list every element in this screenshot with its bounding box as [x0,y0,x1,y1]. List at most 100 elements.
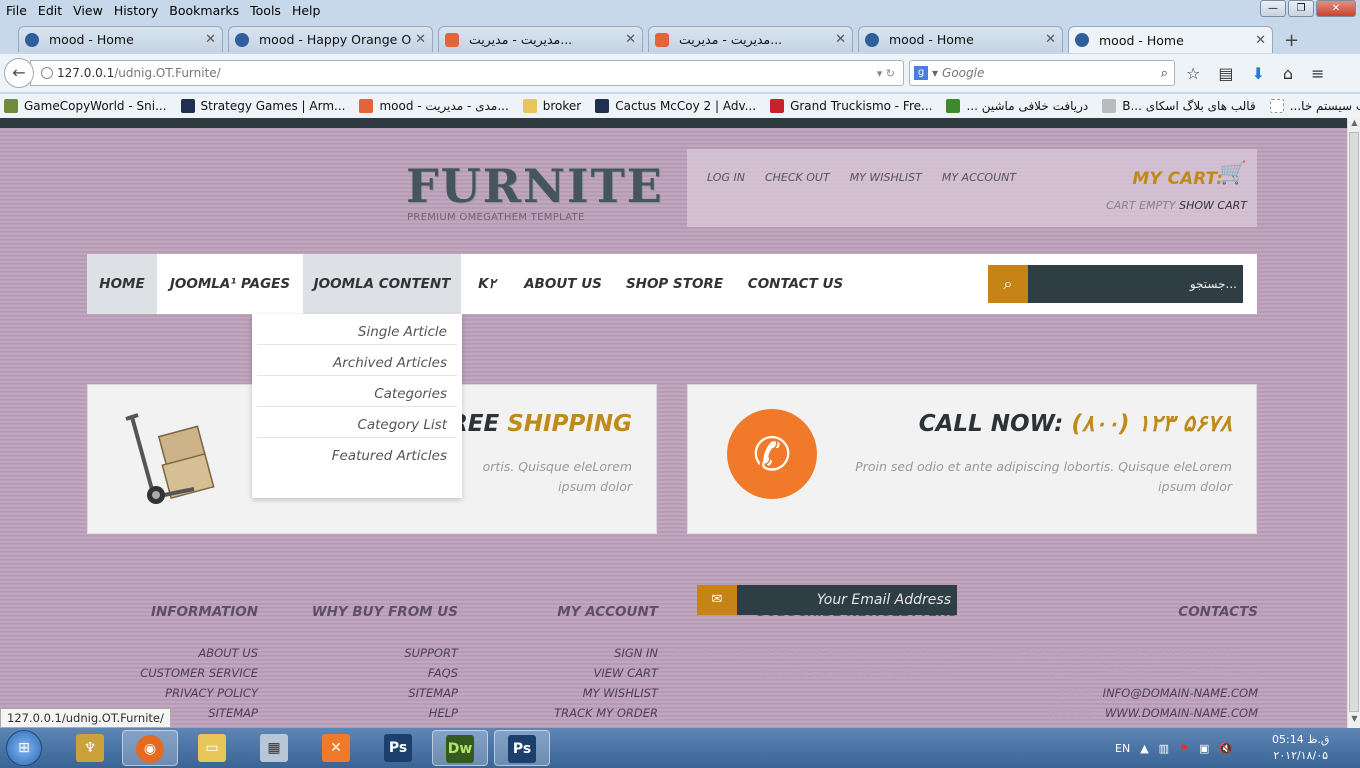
bookmark-item[interactable]: GameCopyWorld - Sni... [4,99,167,113]
newsletter-email-field[interactable]: ✉ Your Email Address [697,585,957,615]
chevron-down-icon[interactable]: ▾ [932,66,938,80]
site-search[interactable]: ⌕ جستجو... [988,265,1243,303]
envelope-icon[interactable]: ✉ [697,585,737,615]
nav-joomla-content[interactable]: JOOMLA CONTENT [303,254,461,314]
tab-6-active[interactable]: mood - Home ✕ [1068,26,1273,53]
nav-home[interactable]: HOME [87,254,157,314]
nav-shop-store[interactable]: SHOP STORE [622,254,727,314]
monitor-icon[interactable]: ▣ [1199,742,1209,755]
new-tab-button[interactable]: + [1284,30,1299,51]
dropdown-single-article[interactable]: Single Article [257,314,457,345]
footer-link[interactable]: PRIVACY POLICY [165,686,258,700]
footer-link[interactable]: SUPPORT [404,646,458,660]
show-cart-link[interactable]: SHOW CART [1179,199,1247,212]
footer-link[interactable]: MY WISHLIST [583,686,658,700]
taskbar-app-firefox[interactable]: ◉ [122,730,178,766]
contact-website-value[interactable]: WWW.DOMAIN-NAME.COM [1105,706,1258,720]
dropdown-categories[interactable]: Categories [257,376,457,407]
taskbar-app-calculator[interactable]: ▦ [246,730,302,766]
close-tab-icon[interactable]: ✕ [1255,33,1266,48]
tab-4[interactable]: مدیریت - مدیریت... ✕ [648,26,853,52]
footer-link[interactable]: SITEMAP [208,706,258,720]
cart-icon[interactable]: 🛒 [1220,161,1247,186]
home-icon[interactable]: ⌂ [1283,64,1293,83]
taskbar-app-photoshop[interactable]: Ps [370,730,426,766]
menu-edit[interactable]: Edit [38,3,62,18]
start-button[interactable]: ⊞ [6,730,42,766]
dropdown-archived-articles[interactable]: Archived Articles [257,345,457,376]
cart-title[interactable]: MY CART: [1132,169,1223,189]
tab-5[interactable]: mood - Home ✕ [858,26,1063,52]
checkout-link[interactable]: CHECK OUT [765,171,830,184]
page-scrollbar[interactable]: ▲ ▼ [1347,118,1360,728]
login-link[interactable]: LOG IN [707,171,745,184]
close-tab-icon[interactable]: ✕ [625,32,636,47]
bookmark-item[interactable]: Grand Truckismo - Fre... [770,99,932,113]
my-account-link[interactable]: MY ACCOUNT [942,171,1016,184]
footer-link[interactable]: SIGN IN [614,646,658,660]
taskbar-app-photoshop-2[interactable]: Ps [494,730,550,766]
close-tab-icon[interactable]: ✕ [205,32,216,47]
contact-email-value[interactable]: INFO@DOMAIN-NAME.COM [1103,686,1258,700]
taskbar-app-explorer[interactable]: ▭ [184,730,240,766]
maximize-button[interactable]: ❐ [1288,0,1314,17]
chevron-up-icon[interactable]: ▲ [1140,742,1148,755]
footer-link[interactable]: SITEMAP [408,686,458,700]
dropdown-category-list[interactable]: Category List [257,407,457,438]
search-icon[interactable]: ⌕ [1161,66,1168,81]
menu-bookmarks[interactable]: Bookmarks [169,3,239,18]
close-window-button[interactable]: ✕ [1316,0,1356,17]
footer-link[interactable]: ABOUT US [198,646,258,660]
search-bar[interactable]: g ▾ Google ⌕ [909,60,1175,86]
tab-3[interactable]: مدیریت - مدیریت... ✕ [438,26,643,52]
footer-link[interactable]: TRACK MY ORDER [554,706,658,720]
bookmark-item[interactable]: ... دریافت خلافی ماشین [946,99,1088,113]
reload-icon[interactable]: ▾ ↻ [877,67,895,80]
volume-muted-icon[interactable]: 🔇 [1219,742,1233,755]
bookmark-item[interactable]: B... قالب های بلاگ اسکای [1102,99,1256,113]
scroll-down-arrow-icon[interactable]: ▼ [1348,714,1360,728]
star-icon[interactable]: ☆ [1186,64,1200,83]
menu-file[interactable]: File [6,3,27,18]
dropdown-featured-articles[interactable]: Featured Articles [257,438,457,469]
site-logo[interactable]: FURNITE [406,163,664,209]
close-tab-icon[interactable]: ✕ [835,32,846,47]
bookmarks-list-icon[interactable]: ▤ [1218,64,1233,83]
scroll-up-arrow-icon[interactable]: ▲ [1348,118,1360,132]
minimize-button[interactable]: — [1260,0,1286,17]
taskbar-app-xampp[interactable]: ✕ [308,730,364,766]
wishlist-link[interactable]: MY WISHLIST [850,171,922,184]
url-bar[interactable]: 127.0.0.1/udnig.OT.Furnite/ ▾ ↻ [30,60,904,86]
footer-link[interactable]: HELP [429,706,458,720]
bookmark-item[interactable]: broker [522,99,581,113]
bookmark-item[interactable]: Cactus McCoy 2 | Adv... [595,99,756,113]
nav-joomla-pages[interactable]: JOOMLA¹ PAGES [160,254,300,314]
network-icon[interactable]: ▥ [1159,742,1169,755]
clock[interactable]: ق.ظ 05:14 ٢٠١٢/١٨/٠۵ [1272,732,1329,764]
footer-link[interactable]: CUSTOMER SERVICE [140,666,258,680]
flag-icon[interactable]: ⚑ [1179,742,1189,755]
menu-view[interactable]: View [73,3,103,18]
taskbar-app-dreamweaver[interactable]: Dw [432,730,488,766]
bookmark-item[interactable]: mood - مدی - مدیریت... [359,99,509,113]
back-button[interactable]: ← [4,58,34,88]
bookmark-item[interactable]: Strategy Games | Arm... [180,99,345,113]
tab-2[interactable]: mood - Happy Orange Orc... ✕ [228,26,433,52]
nav-k2[interactable]: K٢ [467,254,507,314]
footer-link[interactable]: VIEW CART [594,666,658,680]
taskbar-app-emblem[interactable]: ♆ [62,730,118,766]
search-icon[interactable]: ⌕ [988,265,1028,303]
menu-help[interactable]: Help [292,3,321,18]
tab-1[interactable]: mood - Home ✕ [18,26,223,52]
close-tab-icon[interactable]: ✕ [415,32,426,47]
menu-icon[interactable]: ≡ [1311,64,1324,83]
download-icon[interactable]: ⬇ [1251,64,1264,83]
close-tab-icon[interactable]: ✕ [1045,32,1056,47]
language-indicator[interactable]: EN [1115,742,1130,755]
nav-contact-us[interactable]: CONTACT US [743,254,848,314]
footer-link[interactable]: FAQS [428,666,458,680]
nav-about-us[interactable]: ABOUT US [518,254,608,314]
menu-history[interactable]: History [114,3,158,18]
scrollbar-thumb[interactable] [1349,132,1359,712]
menu-tools[interactable]: Tools [250,3,281,18]
